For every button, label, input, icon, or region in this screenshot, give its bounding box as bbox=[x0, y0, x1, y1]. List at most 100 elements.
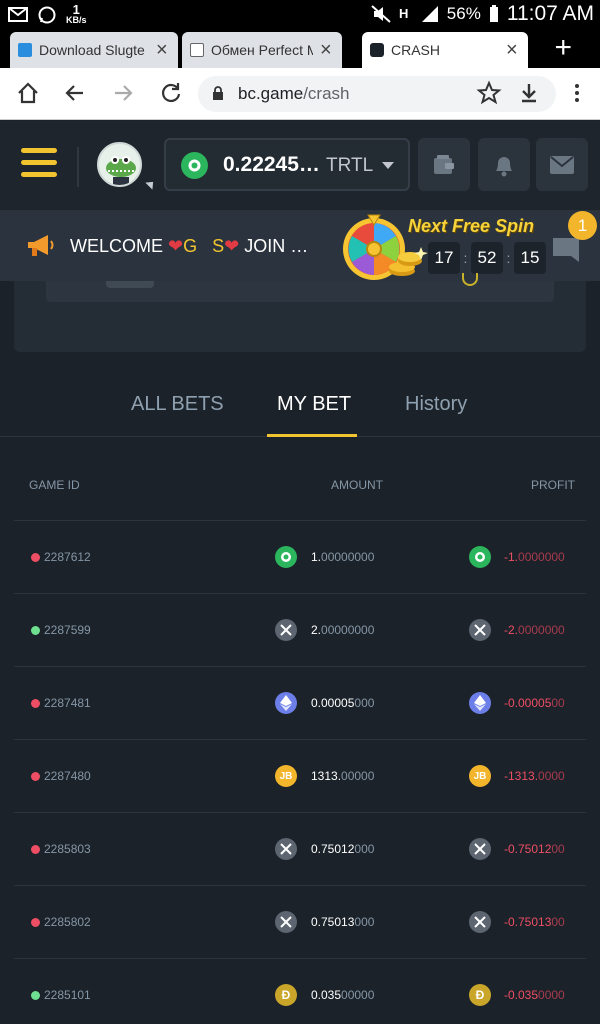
avatar[interactable] bbox=[97, 142, 142, 187]
timer-minutes: 52 bbox=[471, 241, 503, 274]
jb-icon: JB bbox=[469, 765, 491, 787]
status-dot bbox=[31, 699, 40, 708]
tab-history[interactable]: History bbox=[405, 393, 467, 416]
svg-text:H: H bbox=[399, 6, 408, 21]
new-tab-icon[interactable]: + bbox=[554, 32, 572, 64]
timer-separator: : bbox=[506, 249, 511, 266]
game-id[interactable]: 2287480 bbox=[44, 769, 91, 783]
wallet-icon bbox=[434, 154, 454, 174]
status-dot bbox=[31, 626, 40, 635]
column-header-profit: PROFIT bbox=[531, 478, 575, 492]
game-id[interactable]: 2285803 bbox=[44, 842, 91, 856]
bet-amount: 0.00005000 bbox=[311, 696, 375, 710]
free-spin-timer: 17 : 52 : 15 bbox=[428, 241, 546, 274]
game-id[interactable]: 2287612 bbox=[44, 550, 91, 564]
browser-tab-2[interactable]: Обмен Perfect M × bbox=[182, 32, 342, 68]
balance-currency: TRTL bbox=[326, 155, 374, 176]
trtl-icon bbox=[181, 152, 208, 179]
bet-profit: -0.0000500 bbox=[504, 696, 565, 710]
reload-icon[interactable] bbox=[158, 80, 184, 106]
browser-tab-label: CRASH bbox=[391, 42, 441, 58]
wallet-button[interactable] bbox=[418, 138, 470, 191]
bet-amount: 0.03500000 bbox=[311, 988, 375, 1002]
chat-notification-badge: 1 bbox=[568, 211, 597, 240]
bet-profit: -1.0000000 bbox=[504, 550, 565, 564]
heart-icon: ❤ bbox=[168, 236, 184, 256]
xrp-icon bbox=[275, 911, 297, 933]
megaphone-icon bbox=[28, 235, 54, 256]
download-icon[interactable] bbox=[516, 80, 542, 106]
bet-amount: 2.00000000 bbox=[311, 623, 375, 637]
table-row[interactable]: 2285802 0.75013000 -0.7501300 bbox=[14, 886, 586, 959]
status-dot bbox=[31, 991, 40, 1000]
game-id[interactable]: 2285802 bbox=[44, 915, 91, 929]
menu-hamburger-icon[interactable] bbox=[21, 148, 57, 180]
bet-settings-card bbox=[46, 273, 554, 302]
bet-profit: -1313.0000 bbox=[504, 769, 565, 783]
data-h-plus-icon: H bbox=[399, 6, 408, 21]
doge-icon: Ð bbox=[275, 984, 297, 1006]
eth-icon bbox=[275, 692, 297, 714]
coin-outline-icon bbox=[462, 273, 478, 286]
next-free-spin-label: Next Free Spin bbox=[408, 216, 535, 236]
signal-icon bbox=[421, 6, 438, 22]
balance-selector[interactable]: 0.22245… TRTL bbox=[164, 138, 410, 191]
browser-tab-strip: Download Slugte × Обмен Perfect M × CRAS… bbox=[0, 28, 600, 68]
close-icon[interactable]: × bbox=[506, 40, 520, 60]
game-id[interactable]: 2287599 bbox=[44, 623, 91, 637]
site-header: 0.22245… TRTL bbox=[0, 121, 600, 211]
announcement-bar: WELCOME ❤G S❤ JOIN … Next Free Spin 17 :… bbox=[0, 211, 600, 281]
tab-my-bet[interactable]: MY BET bbox=[277, 393, 351, 416]
table-row[interactable]: 2287599 2.00000000 -2.0000000 bbox=[14, 594, 586, 667]
table-row[interactable]: 2285101 Ð 0.03500000 Ð -0.0350000 bbox=[14, 959, 586, 1024]
bet-amount: 0.75013000 bbox=[311, 915, 375, 929]
envelope-icon bbox=[550, 155, 574, 174]
document-icon bbox=[190, 43, 204, 57]
welcome-marquee: WELCOME ❤G S❤ JOIN … bbox=[70, 236, 309, 256]
messages-button[interactable] bbox=[536, 138, 588, 191]
mute-icon bbox=[371, 5, 391, 23]
trtl-icon bbox=[469, 546, 491, 568]
game-controls-panel bbox=[14, 273, 586, 352]
more-vert-icon[interactable] bbox=[564, 80, 590, 106]
table-body: 2287612 1.00000000 -1.0000000 2287599 2.0000… bbox=[14, 521, 586, 1024]
clock: 11:07 AM bbox=[506, 2, 594, 25]
back-arrow-icon[interactable] bbox=[62, 80, 88, 106]
crocodile-avatar-icon bbox=[106, 156, 136, 185]
jb-icon: JB bbox=[275, 765, 297, 787]
notifications-button[interactable] bbox=[478, 138, 530, 191]
xrp-icon bbox=[469, 619, 491, 641]
game-id[interactable]: 2285101 bbox=[44, 988, 91, 1002]
table-row[interactable]: 2287480 JB 1313.00000 JB -1313.0000 bbox=[14, 740, 586, 813]
table-row[interactable]: 2287481 0.00005000 -0.0000500 bbox=[14, 667, 586, 740]
heart-icon: ❤ bbox=[224, 236, 240, 256]
url-text: bc.game/crash bbox=[238, 84, 350, 103]
browser-tab-3-active[interactable]: CRASH × bbox=[362, 32, 528, 68]
table-row[interactable]: 2287612 1.00000000 -1.0000000 bbox=[14, 521, 586, 594]
bcgame-favicon-icon bbox=[370, 43, 384, 57]
home-icon[interactable] bbox=[15, 80, 41, 106]
bookmark-star-icon[interactable] bbox=[476, 80, 502, 106]
table-row[interactable]: 2285803 0.75012000 -0.7501200 bbox=[14, 813, 586, 886]
close-icon[interactable]: × bbox=[156, 40, 170, 60]
chevron-down-icon bbox=[382, 162, 394, 169]
toggle-switch[interactable] bbox=[106, 281, 154, 288]
browser-tab-1[interactable]: Download Slugte × bbox=[10, 32, 178, 68]
bet-profit: -2.0000000 bbox=[504, 623, 565, 637]
network-speed: 1 KB/s bbox=[66, 2, 87, 25]
site-favicon-icon bbox=[18, 43, 32, 57]
gold-coins-icon bbox=[389, 247, 428, 276]
bell-icon bbox=[496, 156, 512, 176]
tab-all-bets[interactable]: ALL BETS bbox=[131, 393, 224, 416]
whatsapp-icon bbox=[38, 6, 56, 23]
xrp-icon bbox=[275, 619, 297, 641]
bets-tabs: ALL BETS MY BET History bbox=[0, 353, 600, 437]
address-bar[interactable]: bc.game/crash bbox=[198, 76, 556, 112]
forward-arrow-icon[interactable] bbox=[110, 80, 136, 106]
game-id[interactable]: 2287481 bbox=[44, 696, 91, 710]
bet-profit: -0.7501200 bbox=[504, 842, 565, 856]
close-icon[interactable]: × bbox=[320, 40, 334, 60]
bet-profit: -0.7501300 bbox=[504, 915, 565, 929]
eth-icon bbox=[469, 692, 491, 714]
battery-icon bbox=[489, 5, 498, 22]
